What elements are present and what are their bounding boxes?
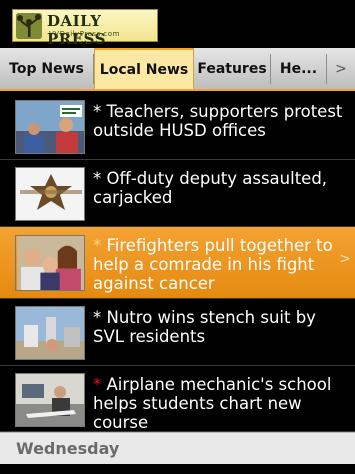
article-title: * Off-duty deputy assaulted, carjacked <box>93 169 343 207</box>
article-title-text: Nutro wins stench suit by SVL residents <box>93 308 316 346</box>
article-title-text: Teachers, supporters protest outside HUS… <box>93 102 343 140</box>
article-row[interactable]: * Off-duty deputy assaulted, carjacked <box>0 160 355 227</box>
firefighters-photo-thumbnail <box>15 235 85 291</box>
article-title: * Firefighters pull together to help a c… <box>93 236 343 293</box>
protest-photo-thumbnail <box>15 100 85 154</box>
app-header: DAILY PRESS VVDailyPress.com <box>0 0 355 48</box>
tab-scroll-right-button[interactable]: > <box>327 48 355 89</box>
article-row[interactable]: * Nutro wins stench suit by SVL resident… <box>0 299 355 366</box>
chevron-right-icon: > <box>335 60 347 77</box>
airplane-school-photo-thumbnail <box>15 373 85 427</box>
tab-bar: Top News Local News Features He... > <box>0 48 355 91</box>
nutro-photo-thumbnail <box>15 306 85 360</box>
article-title: * Nutro wins stench suit by SVL resident… <box>93 308 343 346</box>
star-icon: * <box>93 236 102 255</box>
article-title-text: Firefighters pull together to help a com… <box>93 236 333 293</box>
tab-features[interactable]: Features <box>194 48 270 89</box>
article-title-text: Off-duty deputy assaulted, carjacked <box>93 169 328 207</box>
article-title-text: Airplane mechanic's school helps student… <box>93 375 332 432</box>
chevron-right-icon: > <box>339 251 351 267</box>
brand-site: VVDailyPress.com <box>49 30 120 38</box>
star-icon: * <box>93 102 102 121</box>
article-row[interactable]: * Airplane mechanic's school helps stude… <box>0 366 355 432</box>
star-icon: * <box>93 375 102 394</box>
day-section-header: Wednesday <box>0 432 355 464</box>
star-icon: * <box>93 169 102 188</box>
joshua-tree-icon <box>16 13 42 39</box>
tab-label: Top News <box>9 60 84 77</box>
tab-local-news[interactable]: Local News <box>94 48 194 89</box>
sheriff-badge-thumbnail <box>15 167 85 221</box>
bottom-edge <box>0 464 355 474</box>
article-row-selected[interactable]: * Firefighters pull together to help a c… <box>0 227 355 299</box>
tab-label: Local News <box>99 61 189 78</box>
star-icon: * <box>93 308 102 327</box>
tab-label: Features <box>197 60 267 77</box>
article-title: * Teachers, supporters protest outside H… <box>93 102 343 140</box>
daily-press-logo[interactable]: DAILY PRESS VVDailyPress.com <box>12 9 158 48</box>
tab-label: He... <box>279 60 318 77</box>
tab-top-news[interactable]: Top News <box>0 48 93 89</box>
article-row[interactable]: * Teachers, supporters protest outside H… <box>0 93 355 160</box>
article-title: * Airplane mechanic's school helps stude… <box>93 375 343 432</box>
tab-more[interactable]: He... <box>271 48 326 89</box>
